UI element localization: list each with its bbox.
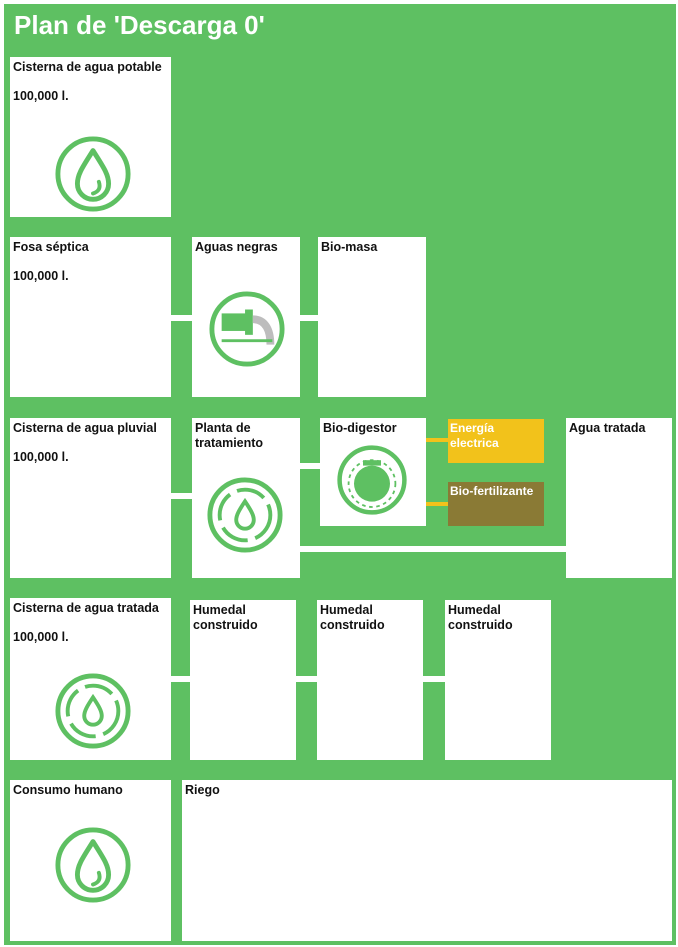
node-label: Agua tratada bbox=[569, 421, 646, 435]
node-label: Humedal construido bbox=[448, 603, 513, 632]
fertilizer-connector bbox=[426, 502, 448, 506]
diagram-title: Plan de 'Descarga 0' bbox=[14, 10, 265, 40]
connector bbox=[171, 493, 192, 499]
recycle-water-icon bbox=[55, 673, 131, 749]
node-label: Cisterna de agua tratada bbox=[13, 601, 159, 615]
node-volume: 100,000 l. bbox=[13, 630, 69, 644]
connector bbox=[300, 315, 318, 321]
node-label: Cisterna de agua potable bbox=[13, 60, 162, 74]
node-wetland-2: Humedal construido bbox=[317, 600, 423, 760]
water-drop-icon bbox=[55, 827, 131, 903]
node-label: Aguas negras bbox=[195, 240, 278, 254]
node-label: Bio-masa bbox=[321, 240, 378, 254]
node-bio-digestor: Bio-digestor bbox=[320, 418, 426, 526]
digestor-tank-icon bbox=[337, 445, 407, 515]
node-label: Humedal construido bbox=[320, 603, 385, 632]
node-volume: 100,000 l. bbox=[13, 89, 69, 103]
node-label: Consumo humano bbox=[13, 783, 123, 797]
node-wetland-3: Humedal construido bbox=[445, 600, 551, 760]
node-volume: 100,000 l. bbox=[13, 269, 69, 283]
node-septic-tank: Fosa séptica 100,000 l. bbox=[10, 237, 171, 397]
connector bbox=[171, 315, 192, 321]
connector bbox=[171, 676, 190, 682]
connector bbox=[296, 676, 317, 682]
node-treatment-plant: Planta de tratamiento bbox=[192, 418, 300, 578]
energy-output: Energía electrica bbox=[448, 419, 544, 463]
pipe-outflow-icon bbox=[209, 291, 285, 367]
diagram-canvas: Plan de 'Descarga 0' Cisterna de agua po… bbox=[0, 0, 678, 947]
node-potable-cistern: Cisterna de agua potable 100,000 l. bbox=[10, 57, 171, 217]
node-label: Fosa séptica bbox=[13, 240, 89, 254]
energy-connector bbox=[426, 438, 448, 442]
node-black-water: Aguas negras bbox=[192, 237, 300, 397]
fertilizer-output: Bio-fertilizante bbox=[448, 482, 544, 526]
connector bbox=[300, 546, 566, 552]
node-label: Humedal construido bbox=[193, 603, 258, 632]
node-label: Bio-digestor bbox=[323, 421, 397, 435]
recycle-water-icon bbox=[207, 477, 283, 553]
node-treated-water: Agua tratada bbox=[566, 418, 672, 578]
node-treated-cistern: Cisterna de agua tratada 100,000 l. bbox=[10, 598, 171, 760]
node-label: Planta de tratamiento bbox=[195, 421, 264, 450]
node-biomass: Bio-masa bbox=[318, 237, 426, 397]
node-human-consumption: Consumo humano bbox=[10, 780, 171, 941]
node-rain-cistern: Cisterna de agua pluvial 100,000 l. bbox=[10, 418, 171, 578]
node-label: Cisterna de agua pluvial bbox=[13, 421, 157, 435]
node-label: Riego bbox=[185, 783, 220, 797]
node-volume: 100,000 l. bbox=[13, 450, 69, 464]
connector bbox=[300, 463, 320, 469]
connector bbox=[423, 676, 445, 682]
node-irrigation: Riego bbox=[182, 780, 672, 941]
node-wetland-1: Humedal construido bbox=[190, 600, 296, 760]
water-drop-icon bbox=[55, 136, 131, 212]
